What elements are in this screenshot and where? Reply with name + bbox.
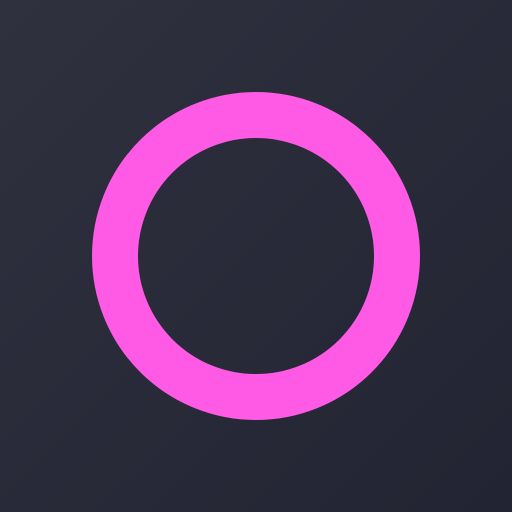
app-icon-canvas bbox=[0, 0, 512, 512]
circle-outline-icon bbox=[92, 92, 420, 420]
pink-ring bbox=[92, 92, 420, 420]
